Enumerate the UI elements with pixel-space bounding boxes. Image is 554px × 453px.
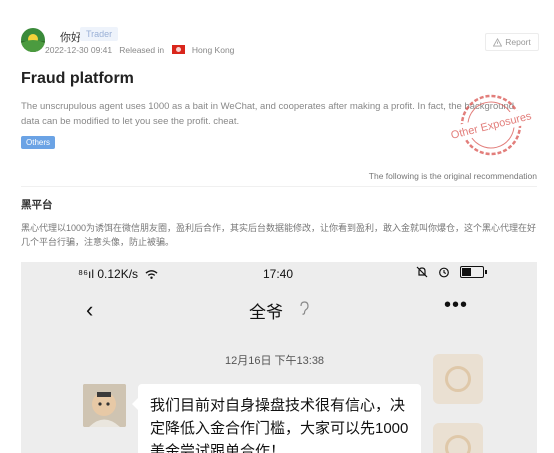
wifi-icon — [145, 270, 158, 279]
phone-status-bar: ⁸⁶ıl 0.12K/s 17:40 — [21, 262, 537, 286]
watermark-icon — [433, 354, 483, 404]
back-chevron-icon[interactable]: ‹ — [86, 297, 93, 323]
exposure-stamp: Other Exposures — [446, 94, 536, 156]
watermark-icon — [433, 423, 483, 453]
category-tag[interactable]: Others — [21, 136, 56, 149]
original-title: 黑平台 — [21, 199, 53, 211]
phone-time: 17:40 — [263, 267, 294, 281]
post-title: Fraud platform — [21, 70, 134, 87]
region-label: Hong Kong — [191, 44, 235, 55]
alarm-icon — [439, 267, 449, 278]
post-date: 2022-12-30 09:41 — [45, 44, 113, 55]
post-meta: 2022-12-30 09:41 Released in Hong Kong — [45, 44, 234, 55]
hong-kong-flag-icon — [172, 45, 186, 55]
released-in-label: Released in — [119, 44, 165, 55]
chat-name: 全爷 — [249, 303, 283, 322]
mute-bell-icon — [416, 266, 428, 278]
chat-avatar[interactable] — [83, 384, 126, 427]
more-icon[interactable]: ••• — [444, 294, 468, 317]
report-label: Report — [505, 37, 531, 47]
report-button[interactable]: Report — [485, 33, 539, 51]
battery-icon — [460, 266, 487, 278]
evidence-screenshot[interactable]: ⁸⁶ıl 0.12K/s 17:40 ‹ 全爷 ••• 12月16日 下午13:… — [21, 262, 537, 453]
chat-message-bubble: 我们目前对自身操盘技术很有信心，决定降低入金合作门槛，大家可以先1000美金尝试… — [132, 384, 421, 453]
warning-icon — [493, 37, 503, 47]
original-note: The following is the original recommenda… — [368, 171, 537, 181]
date-separator: 12月16日 下午13:38 — [225, 355, 325, 367]
author-avatar[interactable] — [21, 28, 45, 52]
ear-icon — [300, 301, 309, 315]
role-badge: Trader — [80, 27, 119, 41]
network-status: ⁸⁶ıl 0.12K/s — [78, 267, 139, 281]
original-text: 黑心代理以1000为诱饵在微信朋友圈，盈利后合作，其实后台数据能修改，让你看到盈… — [21, 223, 537, 247]
divider — [21, 186, 537, 187]
